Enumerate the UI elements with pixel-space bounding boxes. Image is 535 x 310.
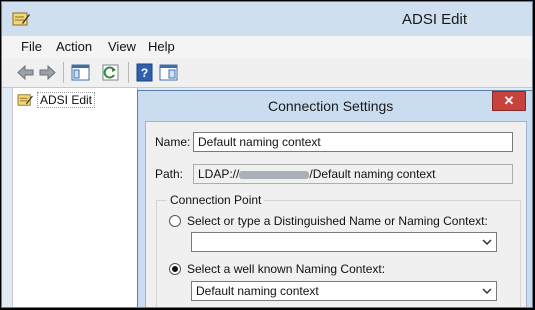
menu-help[interactable]: Help xyxy=(148,39,175,54)
svg-text:?: ? xyxy=(141,66,148,80)
menu-action[interactable]: Action xyxy=(56,39,92,54)
path-suffix: /Default naming context xyxy=(309,167,436,181)
adsi-edit-app-icon xyxy=(12,12,30,26)
close-button[interactable]: ✕ xyxy=(492,91,526,111)
adsi-edit-node-icon xyxy=(17,94,33,106)
adsi-edit-window: ADSI Edit File Action View Help ? ADSI E… xyxy=(1,1,533,308)
tree-item-label: ADSI Edit xyxy=(37,92,96,108)
chevron-down-icon[interactable] xyxy=(481,285,493,297)
title-bar: ADSI Edit xyxy=(2,2,532,36)
dialog-title-bar[interactable]: Connection Settings ✕ xyxy=(138,91,532,121)
toolbar-separator xyxy=(128,62,129,83)
forward-icon[interactable] xyxy=(37,62,58,83)
menu-file[interactable]: File xyxy=(21,39,42,54)
dialog-body: Name: Default naming context Path: LDAP:… xyxy=(145,121,527,307)
well-known-context-radio[interactable] xyxy=(169,263,181,275)
distinguished-name-radio[interactable] xyxy=(169,215,181,227)
distinguished-name-combobox[interactable] xyxy=(191,232,497,252)
window-title: ADSI Edit xyxy=(402,11,468,28)
name-label: Name: xyxy=(155,135,191,149)
well-known-context-option-label[interactable]: Select a well known Naming Context: xyxy=(187,262,385,276)
dialog-title: Connection Settings xyxy=(268,98,394,114)
connection-settings-dialog: Connection Settings ✕ Name: Default nami… xyxy=(137,90,532,307)
back-icon[interactable] xyxy=(15,62,36,83)
menu-view[interactable]: View xyxy=(108,39,136,54)
tree-item-adsi-edit[interactable]: ADSI Edit xyxy=(17,92,96,108)
distinguished-name-option-label[interactable]: Select or type a Distinguished Name or N… xyxy=(187,214,488,228)
connection-point-group: Connection Point Select or type a Distin… xyxy=(156,193,521,307)
toolbar: ? xyxy=(2,58,532,88)
menu-bar: File Action View Help xyxy=(2,36,532,58)
chevron-down-icon[interactable] xyxy=(481,236,493,248)
name-field[interactable]: Default naming context xyxy=(193,132,513,152)
properties-icon[interactable] xyxy=(158,62,179,83)
toolbar-separator xyxy=(63,62,64,83)
path-label: Path: xyxy=(155,167,184,181)
help-icon[interactable]: ? xyxy=(134,62,155,83)
path-field: LDAP:// /Default naming context xyxy=(193,164,513,184)
console-tree: ADSI Edit xyxy=(12,88,138,307)
redacted-server-name xyxy=(239,170,310,179)
refresh-icon[interactable] xyxy=(100,62,121,83)
connection-point-label: Connection Point xyxy=(167,193,265,207)
path-prefix: LDAP:// xyxy=(198,167,240,181)
well-known-context-combobox[interactable]: Default naming context xyxy=(191,281,497,301)
show-tree-icon[interactable] xyxy=(70,62,91,83)
